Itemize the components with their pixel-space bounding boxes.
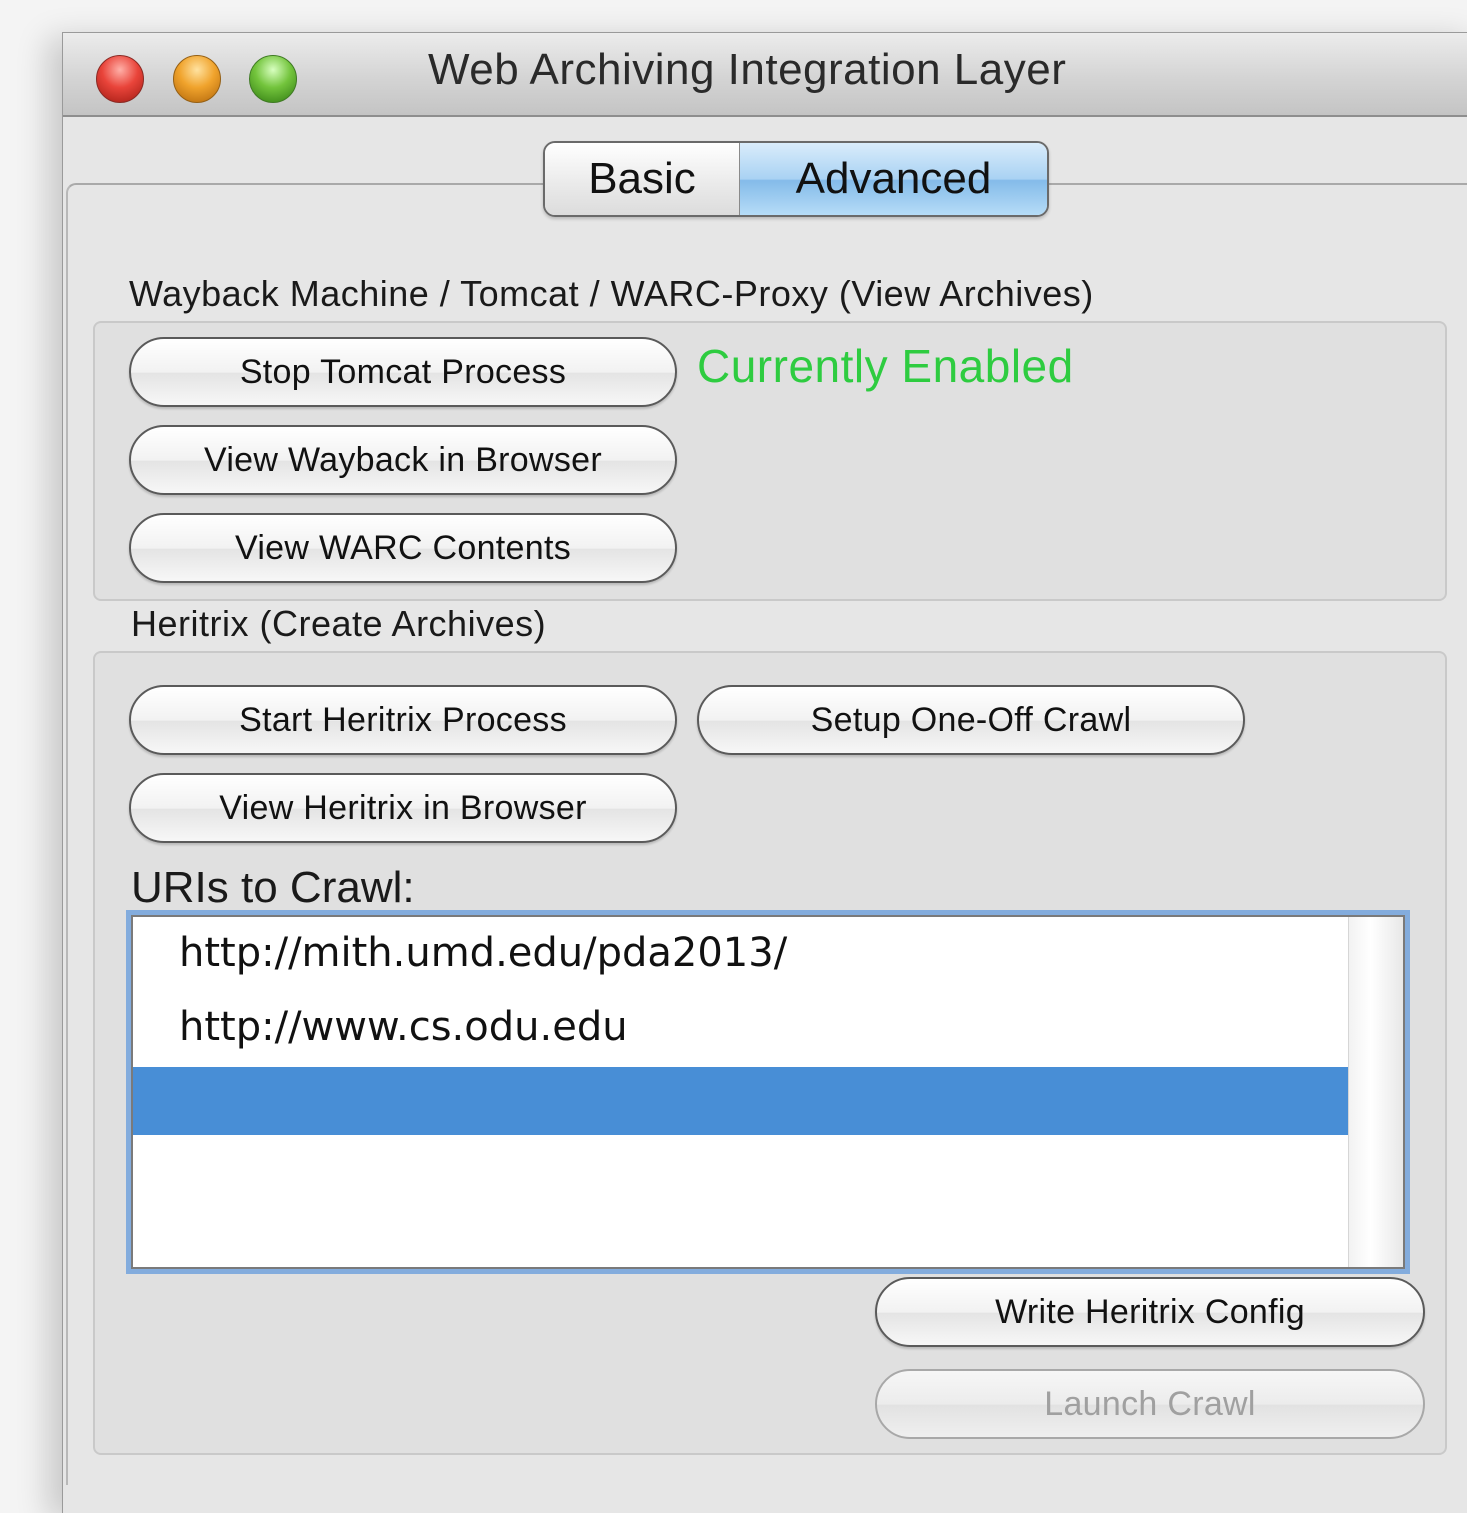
list-item-selected[interactable] (133, 1067, 1349, 1135)
setup-crawl-button[interactable]: Setup One-Off Crawl (697, 685, 1245, 755)
tab-advanced[interactable]: Advanced (740, 143, 1047, 215)
heritrix-section-label: Heritrix (Create Archives) (131, 603, 547, 644)
view-heritrix-button[interactable]: View Heritrix in Browser (129, 773, 677, 843)
list-scrollbar[interactable] (1348, 917, 1403, 1267)
uris-label: URIs to Crawl: (131, 863, 415, 912)
tab-bar: Basic Advanced (543, 141, 1049, 217)
uri-list[interactable]: http://mith.umd.edu/pda2013/ http://www.… (131, 915, 1405, 1269)
write-config-button[interactable]: Write Heritrix Config (875, 1277, 1425, 1347)
start-heritrix-button[interactable]: Start Heritrix Process (129, 685, 677, 755)
app-window: Web Archiving Integration Layer Basic Ad… (62, 32, 1467, 1513)
title-bar[interactable]: Web Archiving Integration Layer (63, 33, 1467, 117)
tomcat-status-text: Currently Enabled (697, 340, 1074, 392)
view-wayback-button[interactable]: View Wayback in Browser (129, 425, 677, 495)
minimize-window-button[interactable] (173, 55, 221, 103)
view-warc-button[interactable]: View WARC Contents (129, 513, 677, 583)
window-title: Web Archiving Integration Layer (428, 45, 1067, 94)
launch-crawl-button[interactable]: Launch Crawl (875, 1369, 1425, 1439)
zoom-window-button[interactable] (249, 55, 297, 103)
stop-tomcat-button[interactable]: Stop Tomcat Process (129, 337, 677, 407)
list-item[interactable]: http://mith.umd.edu/pda2013/ (133, 919, 1349, 987)
wayback-section-label: Wayback Machine / Tomcat / WARC-Proxy (V… (129, 273, 1094, 314)
close-window-button[interactable] (96, 55, 144, 103)
tab-basic[interactable]: Basic (545, 143, 740, 215)
list-item[interactable]: http://www.cs.odu.edu (133, 993, 1349, 1061)
